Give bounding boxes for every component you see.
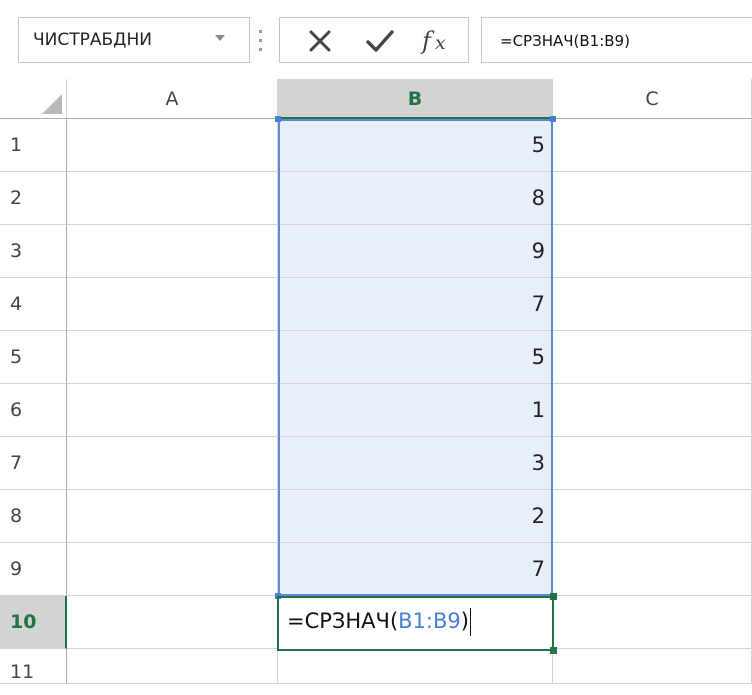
row-header[interactable]: 4 — [0, 278, 67, 331]
cell-b6[interactable]: 1 — [278, 384, 553, 437]
fill-handle[interactable] — [550, 647, 557, 654]
row-header[interactable]: 7 — [0, 437, 67, 490]
fill-handle[interactable] — [550, 593, 557, 600]
cell-b8[interactable]: 2 — [278, 490, 553, 543]
chevron-down-icon[interactable] — [215, 35, 225, 41]
cell-a2[interactable] — [67, 172, 278, 225]
cell-a7[interactable] — [67, 437, 278, 490]
row-header[interactable]: 3 — [0, 225, 67, 278]
formula-suffix: ) — [460, 609, 469, 633]
row-header[interactable]: 8 — [0, 490, 67, 543]
cell-b9[interactable]: 7 — [278, 543, 553, 596]
cell-c3[interactable] — [553, 225, 752, 278]
range-handle[interactable] — [275, 116, 281, 122]
svg-text:x: x — [435, 32, 446, 54]
cell-value: 5 — [531, 345, 545, 369]
svg-text:f: f — [420, 27, 435, 55]
column-header-a[interactable]: A — [67, 79, 278, 119]
cell-value: 7 — [531, 292, 545, 316]
row-header[interactable]: 5 — [0, 331, 67, 384]
cancel-icon[interactable] — [308, 29, 332, 53]
cell-edit-text[interactable]: =СРЗНАЧ(B1:B9) — [287, 608, 471, 636]
cell-value: 7 — [531, 557, 545, 581]
cell-c5[interactable] — [553, 331, 752, 384]
select-all-button[interactable] — [0, 79, 67, 119]
cell-a9[interactable] — [67, 543, 278, 596]
formula-input[interactable]: =СРЗНАЧ(B1:B9) — [481, 17, 752, 63]
cell-value: 1 — [531, 398, 545, 422]
cell-b3[interactable]: 9 — [278, 225, 553, 278]
formula-prefix: =СРЗНАЧ( — [287, 609, 399, 633]
cell-b10-editing[interactable]: =СРЗНАЧ(B1:B9) — [277, 596, 554, 651]
enter-check-icon[interactable] — [366, 29, 394, 53]
cell-value: 5 — [531, 133, 545, 157]
cell-c2[interactable] — [553, 172, 752, 225]
cell-c7[interactable] — [553, 437, 752, 490]
cell-b7[interactable]: 3 — [278, 437, 553, 490]
cell-c10[interactable] — [553, 596, 752, 649]
insert-function-icon[interactable]: f x — [420, 26, 456, 56]
drag-handle-icon[interactable] — [258, 26, 264, 56]
cell-a10[interactable] — [67, 596, 278, 649]
row-header[interactable]: 11 — [0, 649, 67, 684]
cell-b4[interactable]: 7 — [278, 278, 553, 331]
cell-b2[interactable]: 8 — [278, 172, 553, 225]
cell-c11[interactable] — [553, 649, 752, 684]
name-box-value: ЧИСТРАБДНИ — [33, 30, 152, 50]
row-header[interactable]: 6 — [0, 384, 67, 437]
formula-range-ref: B1:B9 — [398, 609, 461, 633]
cell-a6[interactable] — [67, 384, 278, 437]
row-header[interactable]: 1 — [0, 119, 67, 172]
cell-c8[interactable] — [553, 490, 752, 543]
cell-a11[interactable] — [67, 649, 278, 684]
column-header-c[interactable]: C — [553, 79, 752, 119]
text-caret — [469, 608, 471, 636]
cell-value: 3 — [531, 451, 545, 475]
cell-c6[interactable] — [553, 384, 752, 437]
cell-b11[interactable] — [278, 649, 553, 684]
cell-a5[interactable] — [67, 331, 278, 384]
column-header-b[interactable]: B — [278, 79, 553, 119]
cell-value: 8 — [531, 186, 545, 210]
row-header[interactable]: 9 — [0, 543, 67, 596]
cell-b1[interactable]: 5 — [278, 119, 553, 172]
range-handle[interactable] — [550, 116, 556, 122]
cell-a3[interactable] — [67, 225, 278, 278]
cell-value: 9 — [531, 239, 545, 263]
cell-c9[interactable] — [553, 543, 752, 596]
cell-c4[interactable] — [553, 278, 752, 331]
cell-c1[interactable] — [553, 119, 752, 172]
cell-a4[interactable] — [67, 278, 278, 331]
cell-a8[interactable] — [67, 490, 278, 543]
formula-buttons: f x — [279, 17, 469, 63]
row-header[interactable]: 2 — [0, 172, 67, 225]
cell-b5[interactable]: 5 — [278, 331, 553, 384]
cell-a1[interactable] — [67, 119, 278, 172]
cell-value: 2 — [531, 504, 545, 528]
formula-input-value: =СРЗНАЧ(B1:B9) — [500, 32, 630, 50]
name-box[interactable]: ЧИСТРАБДНИ — [18, 17, 250, 63]
row-header-selected[interactable]: 10 — [0, 596, 67, 649]
